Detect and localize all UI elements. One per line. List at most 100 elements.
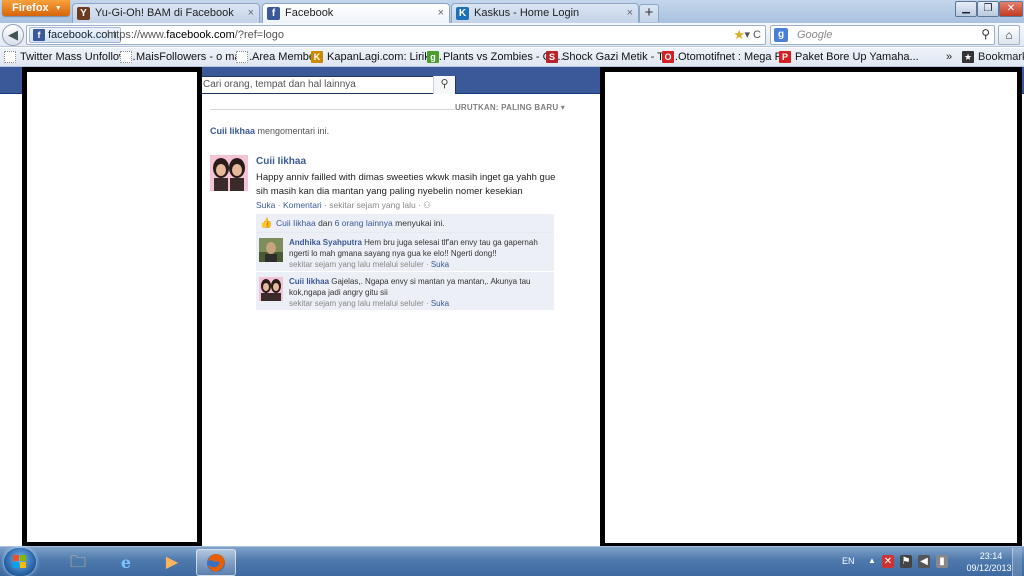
home-button[interactable]: ⌂: [998, 25, 1020, 45]
url-text[interactable]: https://www.facebook.com/?ref=logo: [107, 29, 284, 41]
show-hidden-icons-icon[interactable]: ▲: [868, 556, 876, 565]
url-domain: facebook.com: [166, 29, 235, 41]
tab-yugioh[interactable]: Y Yu-Gi-Oh! BAM di Facebook ×: [72, 3, 260, 23]
bookmark-label: Twitter Mass Unfollow...: [20, 51, 136, 63]
tab-label: Yu-Gi-Oh! BAM di Facebook: [95, 7, 234, 19]
comment-author-link[interactable]: Cuii Iikhaa: [289, 277, 329, 286]
close-icon[interactable]: ×: [248, 4, 254, 22]
post-time[interactable]: sekitar sejam yang lalu: [329, 200, 415, 210]
likes-connector: dan: [318, 218, 333, 228]
back-button[interactable]: ◀: [2, 24, 24, 46]
internet-explorer-taskbar-button[interactable]: e: [106, 549, 146, 576]
thumbs-up-icon: 👍: [260, 218, 273, 229]
folder-icon: 🗀: [69, 554, 86, 571]
windows-logo-icon: [13, 555, 27, 569]
bookmark-label: Area Member: [252, 51, 319, 63]
chevron-down-icon: ▾: [560, 103, 565, 112]
comment-like-link[interactable]: Suka: [431, 260, 449, 269]
search-bar[interactable]: g Google ⚲: [770, 25, 995, 45]
comment-time[interactable]: sekitar sejam yang lalu melalui seluler: [289, 299, 424, 308]
sort-label: URUTKAN: PALING BARU: [454, 103, 559, 112]
chevron-down-icon: ▼: [54, 5, 62, 12]
likes-summary: 👍 Cuii Iikhaa dan 6 orang lainnya menyuk…: [256, 214, 554, 233]
bookmark-item[interactable]: MaisFollowers - o mai...: [120, 50, 252, 65]
bookmark-item[interactable]: O Otomotifnet : Mega P...: [662, 50, 790, 65]
bookmark-label: MaisFollowers - o mai...: [136, 51, 253, 63]
comment-body: Cuii Iikhaa Gajelas,. Ngapa envy si mant…: [289, 276, 551, 309]
comment-link[interactable]: Komentari: [283, 200, 322, 210]
bookmark-item[interactable]: P Paket Bore Up Yamaha...: [779, 50, 919, 65]
post-feedback: 👍 Cuii Iikhaa dan 6 orang lainnya menyuk…: [256, 214, 554, 311]
maximize-button[interactable]: ❐: [977, 1, 999, 17]
reload-icon[interactable]: ▾ C: [744, 28, 761, 41]
comment-author-avatar[interactable]: [259, 238, 283, 262]
search-icon[interactable]: ⚲: [981, 27, 990, 41]
bookmarks-overflow-button[interactable]: »: [946, 50, 952, 65]
flag-icon[interactable]: ⚑: [900, 555, 912, 568]
firefox-menu-button[interactable]: Firefox ▼: [2, 0, 70, 16]
new-tab-button[interactable]: +: [639, 4, 659, 22]
facebook-search-placeholder: Cari orang, tempat dan hal lainnya: [203, 79, 356, 90]
post-author-avatar[interactable]: [210, 155, 248, 191]
google-icon[interactable]: g: [774, 28, 788, 42]
facebook-search-input[interactable]: Cari orang, tempat dan hal lainnya ⚲: [200, 76, 456, 94]
back-arrow-icon: ◀: [8, 27, 18, 42]
comment-time[interactable]: sekitar sejam yang lalu melalui seluler: [289, 260, 424, 269]
tab-facebook[interactable]: f Facebook ×: [262, 3, 450, 24]
close-icon[interactable]: ×: [627, 4, 633, 22]
bookmark-item[interactable]: S Shock Gazi Metik - To...: [546, 50, 678, 65]
internet-explorer-icon: e: [120, 553, 132, 572]
start-button[interactable]: [4, 548, 36, 576]
bookmarks-menu-button[interactable]: ★ Bookmarks: [962, 50, 1024, 65]
clock-time[interactable]: 23:14: [966, 551, 1016, 561]
post-actions: Suka · Komentari · sekitar sejam yang la…: [256, 200, 431, 210]
bookmark-star-icon[interactable]: ★: [733, 27, 745, 43]
notice-name-link[interactable]: Cuii Iikhaa: [210, 126, 255, 136]
likes-suffix: menyukai ini.: [395, 218, 445, 228]
minimize-button[interactable]: ▁: [955, 1, 977, 17]
kaskus-favicon-icon: K: [456, 7, 469, 20]
comment-author-avatar[interactable]: [259, 277, 283, 301]
url-prefix: https://www.: [107, 29, 167, 41]
profile-photo-icon: [259, 277, 283, 301]
page-icon: [120, 51, 132, 63]
activity-notice: Cuii Iikhaa mengomentari ini.: [210, 126, 329, 136]
profile-photo-icon: [210, 155, 248, 191]
close-window-button[interactable]: ✕: [999, 1, 1023, 17]
plants-vs-zombies-icon: g: [427, 51, 439, 63]
bookmark-item[interactable]: Twitter Mass Unfollow...: [4, 50, 136, 65]
bookmark-item[interactable]: Area Member: [236, 50, 319, 65]
firefox-menu-label: Firefox: [12, 2, 49, 14]
liker-name-link[interactable]: Cuii Iikhaa: [276, 218, 316, 228]
bookmarks-icon: ★: [962, 51, 974, 63]
media-player-taskbar-button[interactable]: ▶: [152, 549, 192, 576]
tab-label: Facebook: [285, 7, 334, 19]
media-player-icon: ▶: [165, 554, 179, 571]
language-indicator[interactable]: EN: [842, 556, 855, 566]
volume-icon[interactable]: ◀: [918, 555, 930, 568]
search-icon[interactable]: ⚲: [433, 76, 455, 94]
bookmark-item[interactable]: K KapanLagi.com: Lirik ...: [311, 50, 442, 65]
tab-kaskus[interactable]: K Kaskus - Home Login ×: [451, 3, 639, 23]
comment-like-link[interactable]: Suka: [431, 299, 449, 308]
post-author-name[interactable]: Cuii Iikhaa: [256, 156, 306, 167]
audience-icon[interactable]: ⚇: [423, 200, 431, 210]
url-bar[interactable]: f facebook.com https://www.facebook.com/…: [26, 25, 766, 45]
comment-item: Andhika Syahputra Hem bru juga selesai t…: [256, 235, 554, 272]
explorer-taskbar-button[interactable]: 🗀: [58, 549, 98, 576]
network-icon[interactable]: ▮: [936, 555, 948, 568]
bookmarks-toolbar: Twitter Mass Unfollow... MaisFollowers -…: [0, 48, 1024, 67]
comment-author-link[interactable]: Andhika Syahputra: [289, 238, 362, 247]
firefox-taskbar-button[interactable]: [196, 549, 236, 576]
bookmark-label: Paket Bore Up Yamaha...: [795, 51, 919, 63]
navigation-toolbar: ◀ f facebook.com https://www.facebook.co…: [0, 23, 1024, 47]
comment-item: Cuii Iikhaa Gajelas,. Ngapa envy si mant…: [256, 274, 554, 311]
antivirus-icon[interactable]: ✕: [882, 555, 894, 568]
clock-date[interactable]: 09/12/2013: [960, 563, 1018, 573]
home-icon: ⌂: [1005, 28, 1013, 42]
close-icon[interactable]: ×: [438, 4, 444, 22]
like-link[interactable]: Suka: [256, 200, 275, 210]
likers-others-link[interactable]: 6 orang lainnya: [335, 218, 393, 228]
show-desktop-button[interactable]: [1012, 548, 1022, 576]
sort-dropdown[interactable]: URUTKAN: PALING BARU ▾: [455, 103, 565, 112]
